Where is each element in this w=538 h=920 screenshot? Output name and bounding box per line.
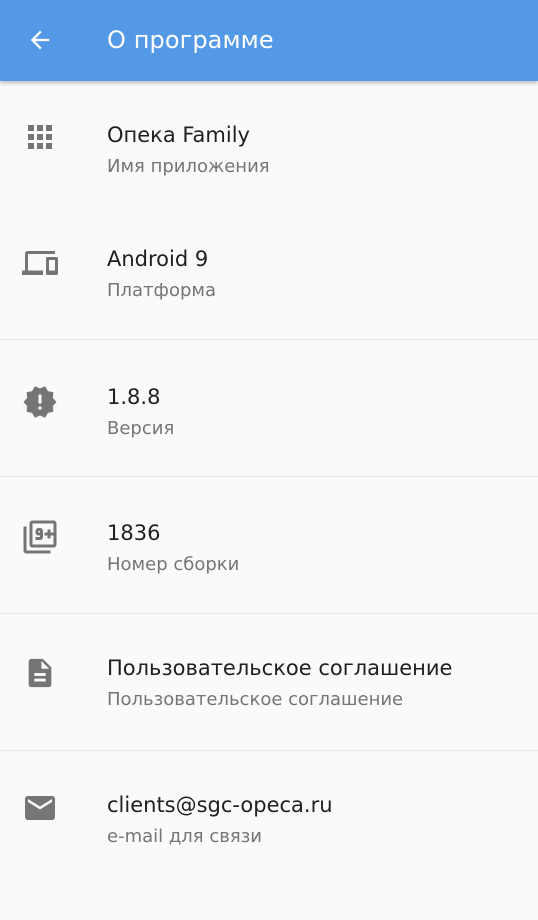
item-title: Android 9 <box>107 247 209 271</box>
document-icon <box>22 655 58 691</box>
item-subtitle: Платформа <box>107 280 216 301</box>
new-releases-icon <box>22 384 58 420</box>
item-title: 1836 <box>107 521 161 545</box>
item-subtitle: e-mail для связи <box>107 826 262 847</box>
back-button[interactable] <box>20 20 60 60</box>
about-list: Опека Family Имя приложения Android 9 Пл… <box>0 81 538 888</box>
item-title: 1.8.8 <box>107 385 161 409</box>
item-title: Опека Family <box>107 123 250 147</box>
apps-grid-icon <box>22 119 58 155</box>
email-icon <box>22 790 58 826</box>
list-item-platform[interactable]: Android 9 Платформа <box>0 203 538 340</box>
app-bar: О программе <box>0 0 538 81</box>
item-subtitle: Версия <box>107 418 175 439</box>
list-item-app-name[interactable]: Опека Family Имя приложения <box>0 81 538 203</box>
item-title: clients@sgc-opeca.ru <box>107 793 333 817</box>
item-subtitle: Номер сборки <box>107 554 240 575</box>
item-subtitle: Пользовательское соглашение <box>107 689 404 710</box>
devices-icon <box>22 245 58 281</box>
arrow-back-icon <box>30 30 50 50</box>
item-subtitle: Имя приложения <box>107 156 270 177</box>
list-item-user-agreement[interactable]: Пользовательское соглашение Пользователь… <box>0 614 538 751</box>
item-title: Пользовательское соглашение <box>107 656 453 680</box>
page-title: О программе <box>107 26 274 54</box>
list-item-build[interactable]: 1836 Номер сборки <box>0 477 538 614</box>
list-item-email[interactable]: clients@sgc-opeca.ru e-mail для связи <box>0 751 538 888</box>
filter-9-plus-icon <box>22 519 58 555</box>
list-item-version[interactable]: 1.8.8 Версия <box>0 340 538 477</box>
